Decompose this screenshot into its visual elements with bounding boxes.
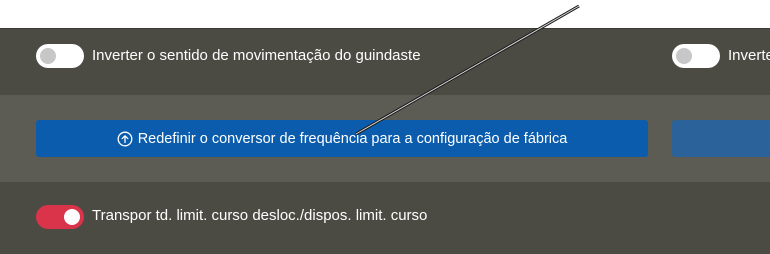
upload-circle-icon [117,131,133,147]
invert-partial-toggle[interactable] [672,44,720,68]
top-header-bar [0,0,770,29]
limit-switch-override-toggle[interactable] [36,205,84,229]
invert-partial-label: Inverte [728,47,770,64]
invert-crane-direction-toggle[interactable] [36,44,84,68]
toggle-knob [64,209,80,225]
limit-switch-override-label: Transpor td. limit. curso desloc./dispos… [92,207,428,224]
secondary-action-button[interactable] [672,120,770,157]
reset-factory-settings-label: Redefinir o conversor de frequência para… [137,130,568,147]
reset-factory-settings-button[interactable]: Redefinir o conversor de frequência para… [36,120,648,157]
toggle-knob [40,48,56,64]
invert-crane-direction-label: Inverter o sentido de movimentação do gu… [92,47,421,64]
toggle-knob [676,48,692,64]
